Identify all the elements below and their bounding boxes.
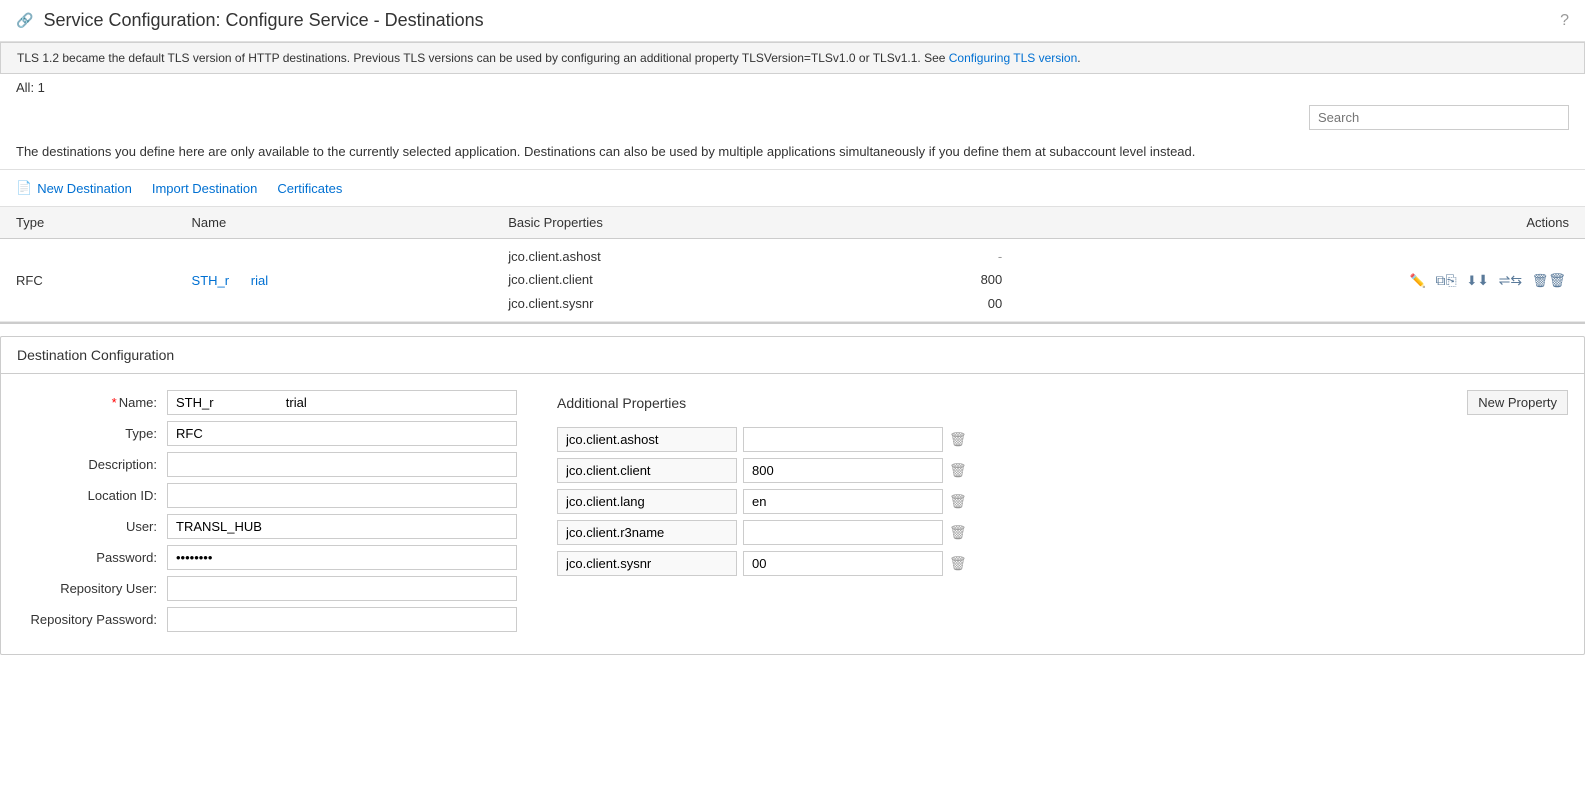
repo-password-label: Repository Password:: [17, 612, 157, 627]
prop-value-3[interactable]: [743, 489, 943, 514]
row-name: STH_r rial: [176, 239, 493, 322]
type-label: Type:: [17, 426, 157, 441]
prop-delete-2[interactable]: 🗑: [949, 462, 967, 479]
repo-user-input[interactable]: [167, 576, 517, 601]
prop-name-4[interactable]: [557, 520, 737, 545]
prop-row-1: 🗑: [557, 427, 1568, 452]
destination-config-section: Destination Configuration Name: Type: De…: [0, 336, 1585, 655]
certificates-label: Certificates: [277, 181, 342, 196]
prop-name-3[interactable]: [557, 489, 737, 514]
col-name: Name: [176, 207, 493, 239]
additional-properties-section: Additional Properties New Property 🗑 🗑 🗑: [557, 390, 1568, 638]
prop-delete-4[interactable]: 🗑: [949, 524, 967, 541]
type-input[interactable]: [167, 421, 517, 446]
row-actions: ⎘ ⬇ ⇆ 🗑: [1018, 239, 1585, 322]
user-label: User:: [17, 519, 157, 534]
new-destination-label: New Destination: [37, 181, 132, 196]
description-text: The destinations you define here are onl…: [16, 144, 1195, 159]
col-type: Type: [0, 207, 176, 239]
description-label: Description:: [17, 457, 157, 472]
prop-row-4: 🗑: [557, 520, 1568, 545]
new-property-button[interactable]: New Property: [1467, 390, 1568, 415]
link-icon: [16, 12, 33, 29]
password-label: Password:: [17, 550, 157, 565]
prop-value-2[interactable]: [743, 458, 943, 483]
row-prop-values: - 800 00: [862, 239, 1019, 322]
description-input[interactable]: [167, 452, 517, 477]
prop-row-3: 🗑: [557, 489, 1568, 514]
prop-row-5: 🗑: [557, 551, 1568, 576]
row-name-link[interactable]: STH_r: [192, 273, 230, 288]
name-row: Name:: [17, 390, 517, 415]
delete-icon[interactable]: 🗑: [1532, 272, 1566, 289]
search-input[interactable]: [1309, 105, 1569, 130]
search-row: [0, 101, 1585, 138]
import-destination-label: Import Destination: [152, 181, 258, 196]
new-destination-button[interactable]: New Destination: [16, 180, 132, 196]
col-prop-values: [862, 207, 1019, 239]
help-icon[interactable]: ?: [1560, 12, 1569, 30]
prop-value-4[interactable]: [743, 520, 943, 545]
prop-delete-3[interactable]: 🗑: [949, 493, 967, 510]
prop-value-1[interactable]: [743, 427, 943, 452]
additional-properties-title: Additional Properties: [557, 395, 686, 411]
prop-row-2: 🗑: [557, 458, 1568, 483]
user-input[interactable]: [167, 514, 517, 539]
type-row: Type:: [17, 421, 517, 446]
edit-icon[interactable]: [1410, 272, 1426, 289]
password-row: Password:: [17, 545, 517, 570]
location-id-label: Location ID:: [17, 488, 157, 503]
share-icon[interactable]: ⇆: [1499, 272, 1522, 289]
row-name-link2[interactable]: rial: [251, 273, 268, 288]
info-banner: TLS 1.2 became the default TLS version o…: [0, 42, 1585, 74]
prop-name-2[interactable]: [557, 458, 737, 483]
count-label: All: 1: [16, 80, 45, 95]
repo-user-label: Repository User:: [17, 581, 157, 596]
new-destination-icon: [16, 180, 32, 196]
user-row: User:: [17, 514, 517, 539]
repo-password-row: Repository Password:: [17, 607, 517, 632]
import-destination-button[interactable]: Import Destination: [152, 181, 258, 196]
col-basic-props: Basic Properties: [492, 207, 861, 239]
toolbar: New Destination Import Destination Certi…: [0, 170, 1585, 207]
row-props: jco.client.ashost jco.client.client jco.…: [492, 239, 861, 322]
destinations-table-container: Type Name Basic Properties Actions RFC S…: [0, 207, 1585, 324]
location-row: Location ID:: [17, 483, 517, 508]
banner-text: TLS 1.2 became the default TLS version o…: [17, 51, 949, 65]
password-input[interactable]: [167, 545, 517, 570]
form-section: Name: Type: Description: Location ID: Us…: [17, 390, 517, 638]
copy-icon[interactable]: ⎘: [1436, 272, 1457, 289]
destinations-table: Type Name Basic Properties Actions RFC S…: [0, 207, 1585, 322]
prop-delete-1[interactable]: 🗑: [949, 431, 967, 448]
download-icon[interactable]: ⬇: [1466, 272, 1489, 289]
col-actions: Actions: [1018, 207, 1585, 239]
prop-value-5[interactable]: [743, 551, 943, 576]
repo-user-row: Repository User:: [17, 576, 517, 601]
page-title: Service Configuration: Configure Service…: [43, 10, 483, 31]
name-input[interactable]: [167, 390, 517, 415]
location-id-input[interactable]: [167, 483, 517, 508]
prop-delete-5[interactable]: 🗑: [949, 555, 967, 572]
certificates-button[interactable]: Certificates: [277, 181, 342, 196]
row-type: RFC: [0, 239, 176, 322]
description-form-row: Description:: [17, 452, 517, 477]
count-row: All: 1: [0, 74, 1585, 101]
prop-name-1[interactable]: [557, 427, 737, 452]
dest-config-body: Name: Type: Description: Location ID: Us…: [1, 374, 1584, 654]
table-row: RFC STH_r rial jco.client.ashost jco.cli…: [0, 239, 1585, 322]
banner-link[interactable]: Configuring TLS version: [949, 51, 1078, 65]
page-header: Service Configuration: Configure Service…: [0, 0, 1585, 42]
dest-config-title: Destination Configuration: [1, 337, 1584, 374]
repo-password-input[interactable]: [167, 607, 517, 632]
prop-name-5[interactable]: [557, 551, 737, 576]
name-label: Name:: [17, 395, 157, 410]
table-header-row: Type Name Basic Properties Actions: [0, 207, 1585, 239]
description-row: The destinations you define here are onl…: [0, 138, 1585, 170]
additional-properties-header: Additional Properties New Property: [557, 390, 1568, 415]
